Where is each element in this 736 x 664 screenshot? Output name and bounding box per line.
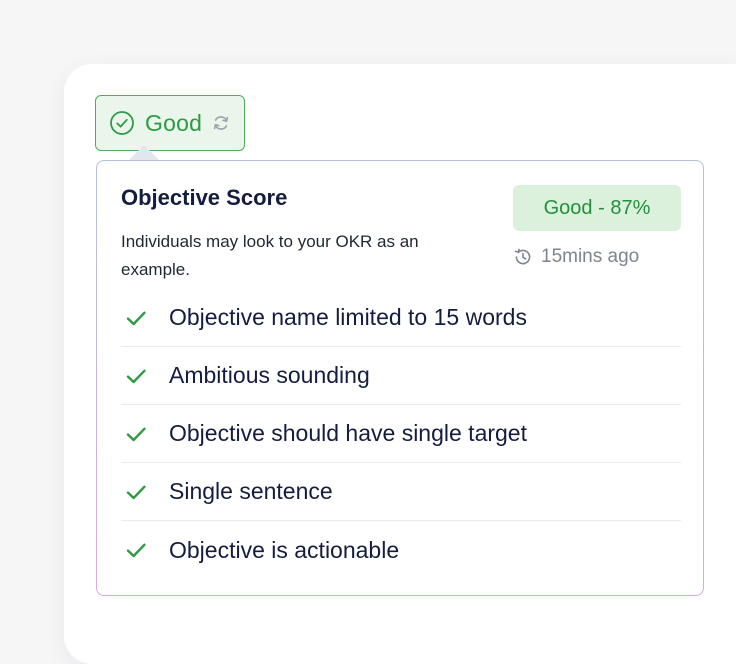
checklist-item-label: Ambitious sounding: [169, 362, 370, 388]
checkmark-icon: [126, 311, 146, 325]
popover-pointer: [129, 145, 159, 160]
checklist-item: Ambitious sounding: [121, 347, 681, 405]
score-chip: Good - 87%: [513, 185, 681, 231]
checklist-item: Single sentence: [121, 463, 681, 521]
last-updated-text: 15mins ago: [541, 246, 640, 267]
checkmark-icon: [126, 369, 146, 383]
checklist-item-label: Objective should have single target: [169, 420, 527, 446]
popover-title: Objective Score: [121, 185, 288, 210]
last-updated: 15mins ago: [513, 243, 639, 271]
score-status-badge[interactable]: Good: [95, 95, 245, 151]
criteria-checklist: Objective name limited to 15 words Ambit…: [121, 289, 681, 579]
checklist-item: Objective should have single target: [121, 405, 681, 463]
checklist-item: Objective is actionable: [121, 521, 681, 579]
checkmark-icon: [126, 427, 146, 441]
history-icon: [514, 248, 531, 265]
refresh-icon[interactable]: [211, 113, 231, 133]
status-badge-label: Good: [145, 109, 203, 136]
popover-description: Individuals may look to your OKR as an e…: [121, 232, 419, 279]
checklist-item: Objective name limited to 15 words: [121, 289, 681, 347]
check-circle-icon: [110, 111, 134, 135]
checklist-item-label: Single sentence: [169, 478, 333, 504]
checklist-item-label: Objective is actionable: [169, 536, 400, 563]
score-chip-label: Good - 87%: [543, 196, 651, 219]
checklist-item-label: Objective name limited to 15 words: [169, 304, 527, 330]
checkmark-icon: [126, 485, 146, 499]
checkmark-icon: [126, 543, 146, 558]
objective-score-popover: Objective Score Individuals may look to …: [96, 160, 704, 596]
